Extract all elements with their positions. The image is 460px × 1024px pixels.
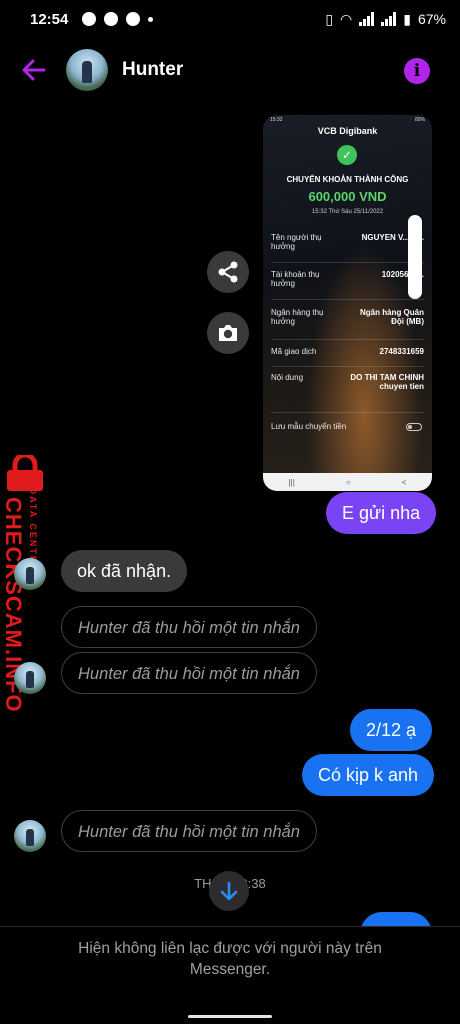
notification-icons bbox=[82, 12, 154, 26]
receipt-row-label: Nội dung bbox=[271, 373, 304, 382]
contact-avatar-small[interactable] bbox=[14, 662, 46, 694]
arrow-down-icon bbox=[220, 881, 238, 901]
receipt-status-bar: 15:32 80% bbox=[270, 117, 425, 123]
toggle-icon bbox=[406, 423, 422, 431]
signal-2-icon bbox=[381, 12, 397, 26]
message-sent[interactable]: E gửi nha bbox=[326, 492, 437, 534]
receipt-status-battery: 80% bbox=[414, 117, 425, 123]
wifi-icon: ◠ bbox=[340, 10, 353, 27]
sent-photo-bank-receipt[interactable]: 15:32 80% VCB Digibank ✓ CHUYỂN KHOẢN TH… bbox=[263, 115, 432, 491]
receipt-row-value: DO THI TAM CHINH chuyen tien bbox=[350, 373, 424, 391]
receipt-row-label: Mã giao dịch bbox=[271, 347, 317, 356]
receipt-status-time: 15:32 bbox=[270, 117, 283, 123]
scroll-down-button[interactable] bbox=[209, 871, 249, 911]
vibrate-icon: ▯ bbox=[325, 10, 334, 27]
clock-app-icon bbox=[104, 12, 119, 26]
unsent-message: Hunter đã thu hồi một tin nhắn bbox=[61, 652, 317, 694]
receipt-row-label: Lưu mẫu chuyển tiền bbox=[271, 422, 347, 431]
messenger-icon bbox=[126, 12, 141, 26]
info-icon[interactable]: i bbox=[404, 58, 430, 84]
game-icon bbox=[82, 12, 97, 26]
camera-button[interactable] bbox=[207, 312, 249, 354]
back-icon: < bbox=[401, 477, 407, 487]
receipt-row: Tài khoản thụ hưởng 10205678... bbox=[271, 270, 424, 300]
footer-notice-bar: Hiện không liên lạc được với người này t… bbox=[0, 926, 460, 1024]
more-notifications-icon bbox=[148, 16, 154, 22]
unavailable-notice: Hiện không liên lạc được với người này t… bbox=[78, 940, 382, 978]
unsent-message: Hunter đã thu hồi một tin nhắn bbox=[61, 810, 317, 852]
receipt-row: Lưu mẫu chuyển tiền bbox=[271, 422, 424, 436]
recents-icon: ||| bbox=[288, 477, 295, 487]
system-icons: ▯ ◠ ▮ 67% bbox=[325, 11, 446, 28]
unsent-message: Hunter đã thu hồi một tin nhắn bbox=[61, 606, 317, 648]
message-sent[interactable]: Có kịp k anh bbox=[302, 754, 435, 796]
message-sent[interactable]: 2/12 ạ bbox=[350, 709, 433, 751]
battery-level: 67% bbox=[417, 11, 446, 27]
home-indicator[interactable] bbox=[188, 1015, 272, 1018]
receipt-amount: 600,000 VND bbox=[308, 189, 387, 204]
camera-icon bbox=[219, 325, 237, 341]
share-icon bbox=[218, 261, 238, 283]
receipt-row-value: 2748331659 bbox=[379, 347, 425, 356]
receipt-scroll-handle bbox=[408, 215, 422, 299]
checkmark-icon: ✓ bbox=[337, 145, 357, 165]
home-icon: ○ bbox=[345, 477, 351, 487]
status-time: 12:54 bbox=[30, 10, 69, 28]
status-bar: 12:54 ▯ ◠ ▮ 67% bbox=[0, 0, 460, 38]
message-received[interactable]: ok đã nhận. bbox=[61, 550, 188, 592]
signal-1-icon bbox=[359, 12, 375, 26]
receipt-row: Ngân hàng thụ hưởng Ngân hàng Quân Đội (… bbox=[271, 308, 424, 340]
contact-avatar-small[interactable] bbox=[14, 820, 46, 852]
receipt-row-label: Tên người thụ hưởng bbox=[271, 233, 322, 251]
contact-name[interactable]: Hunter bbox=[122, 59, 183, 81]
share-button[interactable] bbox=[207, 251, 249, 293]
receipt-status: CHUYỂN KHOẢN THÀNH CÔNG bbox=[286, 175, 409, 184]
receipt-nav-bar: ||| ○ < bbox=[263, 473, 432, 491]
receipt-row: Tên người thụ hưởng NGUYEN V... B... bbox=[271, 233, 424, 263]
receipt-row-label: Ngân hàng thụ hưởng bbox=[271, 308, 324, 326]
receipt-row-value: Ngân hàng Quân Đội (MB) bbox=[360, 308, 424, 326]
chat-header: Hunter i bbox=[0, 44, 460, 98]
receipt-row: Nội dung DO THI TAM CHINH chuyen tien bbox=[271, 373, 424, 413]
lock-icon bbox=[7, 455, 43, 491]
back-arrow-icon[interactable] bbox=[20, 56, 48, 84]
contact-avatar[interactable] bbox=[66, 49, 108, 91]
battery-icon: ▮ bbox=[403, 10, 411, 27]
receipt-datetime: 15:32 Thứ Sáu 25/11/2022 bbox=[311, 209, 384, 215]
receipt-row: Mã giao dịch 2748331659 bbox=[271, 347, 424, 367]
receipt-bank-name: VCB Digibank bbox=[317, 126, 378, 136]
contact-avatar-small[interactable] bbox=[14, 558, 46, 590]
receipt-row-label: Tài khoản thụ hưởng bbox=[271, 270, 320, 288]
